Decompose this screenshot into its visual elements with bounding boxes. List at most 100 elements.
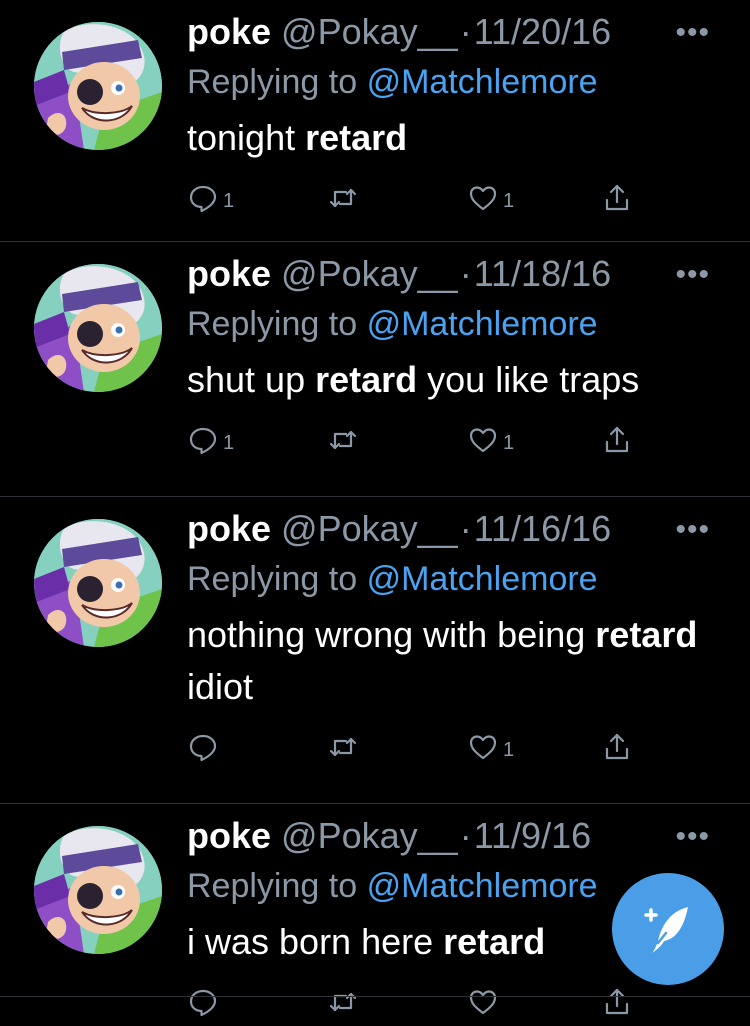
retweet-button[interactable]: [327, 731, 363, 763]
heart-icon: [467, 986, 499, 1018]
tweet-text-bold: retard: [305, 117, 408, 158]
reply-button[interactable]: 1: [187, 182, 234, 214]
replying-label: Replying to: [187, 63, 358, 101]
share-icon: [601, 731, 633, 763]
like-count: 1: [503, 431, 515, 454]
tweet[interactable]: poke @Pokay__ · 11/16/16 ••• Replying to…: [0, 497, 750, 804]
tweet[interactable]: poke @Pokay__ · 11/18/16 ••• Replying to…: [0, 242, 750, 497]
share-button[interactable]: [601, 986, 633, 1018]
mention-link[interactable]: @Matchlemore: [367, 560, 598, 598]
display-name[interactable]: poke: [187, 507, 271, 551]
retweet-icon: [327, 182, 359, 214]
tweet-actions: 1: [187, 731, 710, 771]
more-icon[interactable]: •••: [675, 16, 710, 50]
replying-label: Replying to: [187, 305, 358, 343]
like-count: 1: [503, 738, 515, 761]
tweet-text: nothing wrong with being retard idiot: [187, 609, 710, 713]
username[interactable]: @Pokay__: [281, 814, 458, 858]
replying-to: Replying to @Matchlemore: [187, 60, 710, 104]
tweet-header: poke @Pokay__ · 11/9/16: [187, 814, 710, 858]
retweet-button[interactable]: [327, 182, 363, 214]
tweet-text: shut up retard you like traps: [187, 354, 710, 406]
avatar[interactable]: [34, 826, 162, 954]
tweet-text-segment: nothing wrong with being: [187, 614, 596, 655]
tweet-header: poke @Pokay__ · 11/16/16: [187, 507, 710, 551]
timestamp[interactable]: 11/9/16: [474, 814, 591, 858]
mention-link[interactable]: @Matchlemore: [367, 63, 598, 101]
like-button[interactable]: 1: [467, 424, 514, 456]
separator-dot: ·: [459, 253, 472, 294]
retweet-icon: [327, 731, 359, 763]
like-button[interactable]: 1: [467, 182, 514, 214]
reply-icon: [187, 731, 219, 763]
replying-label: Replying to: [187, 560, 358, 598]
tweet-text: tonight retard: [187, 112, 710, 164]
tweet-text-bold: retard: [443, 921, 546, 962]
reply-icon: [187, 182, 219, 214]
username[interactable]: @Pokay__: [281, 252, 458, 296]
display-name[interactable]: poke: [187, 10, 271, 54]
retweet-button[interactable]: [327, 424, 363, 456]
timestamp[interactable]: 11/16/16: [474, 507, 611, 551]
tweet-body: poke @Pokay__ · 11/20/16 ••• Replying to…: [187, 10, 710, 222]
tweet-header: poke @Pokay__ · 11/18/16: [187, 252, 710, 296]
share-icon: [601, 986, 633, 1018]
compose-tweet-icon: [644, 907, 688, 953]
avatar[interactable]: [34, 264, 162, 392]
tweet-actions: 1 1: [187, 182, 710, 222]
compose-tweet-button[interactable]: [612, 873, 724, 985]
more-icon[interactable]: •••: [675, 258, 710, 292]
like-count: 1: [503, 189, 515, 212]
reply-button[interactable]: 1: [187, 424, 234, 456]
share-button[interactable]: [601, 182, 633, 214]
tweet-text-segment: you like traps: [417, 359, 640, 400]
more-icon[interactable]: •••: [675, 513, 710, 547]
reply-count: 1: [223, 189, 235, 212]
avatar[interactable]: [34, 22, 162, 150]
like-button[interactable]: 1: [467, 731, 514, 763]
timestamp[interactable]: 11/18/16: [474, 252, 611, 296]
timestamp[interactable]: 11/20/16: [474, 10, 611, 54]
tweet-text-bold: retard: [315, 359, 418, 400]
username[interactable]: @Pokay__: [281, 507, 458, 551]
like-button[interactable]: [467, 986, 503, 1018]
tweet-actions: 1 1: [187, 424, 710, 464]
tweet-text-bold: retard: [595, 614, 698, 655]
retweet-icon: [327, 986, 359, 1018]
tweet-text-segment: idiot: [187, 666, 254, 707]
username[interactable]: @Pokay__: [281, 10, 458, 54]
avatar[interactable]: [34, 519, 162, 647]
heart-icon: [467, 182, 499, 214]
retweet-icon: [327, 424, 359, 456]
reply-button[interactable]: [187, 986, 223, 1018]
share-button[interactable]: [601, 731, 633, 763]
replying-label: Replying to: [187, 867, 358, 905]
share-icon: [601, 182, 633, 214]
display-name[interactable]: poke: [187, 252, 271, 296]
reply-icon: [187, 986, 219, 1018]
mention-link[interactable]: @Matchlemore: [367, 867, 598, 905]
more-icon[interactable]: •••: [675, 820, 710, 854]
separator-dot: ·: [459, 508, 472, 549]
mention-link[interactable]: @Matchlemore: [367, 305, 598, 343]
reply-button[interactable]: [187, 731, 223, 763]
tweet-body: poke @Pokay__ · 11/18/16 ••• Replying to…: [187, 252, 710, 464]
tweet-actions: [187, 986, 710, 1026]
share-button[interactable]: [601, 424, 633, 456]
share-icon: [601, 424, 633, 456]
tweet-header: poke @Pokay__ · 11/20/16: [187, 10, 710, 54]
retweet-button[interactable]: [327, 986, 363, 1018]
heart-icon: [467, 424, 499, 456]
replying-to: Replying to @Matchlemore: [187, 557, 710, 601]
tweet-text-segment: i was born here: [187, 921, 444, 962]
tweet-body: poke @Pokay__ · 11/16/16 ••• Replying to…: [187, 507, 710, 771]
tweet[interactable]: poke @Pokay__ · 11/20/16 ••• Replying to…: [0, 0, 750, 242]
replying-to: Replying to @Matchlemore: [187, 302, 710, 346]
tweet-text-segment: tonight: [187, 117, 306, 158]
separator-dot: ·: [459, 815, 472, 856]
timeline: poke @Pokay__ · 11/20/16 ••• Replying to…: [0, 0, 750, 1017]
display-name[interactable]: poke: [187, 814, 271, 858]
separator-dot: ·: [459, 11, 472, 52]
tweet-text-segment: shut up: [187, 359, 316, 400]
heart-icon: [467, 731, 499, 763]
